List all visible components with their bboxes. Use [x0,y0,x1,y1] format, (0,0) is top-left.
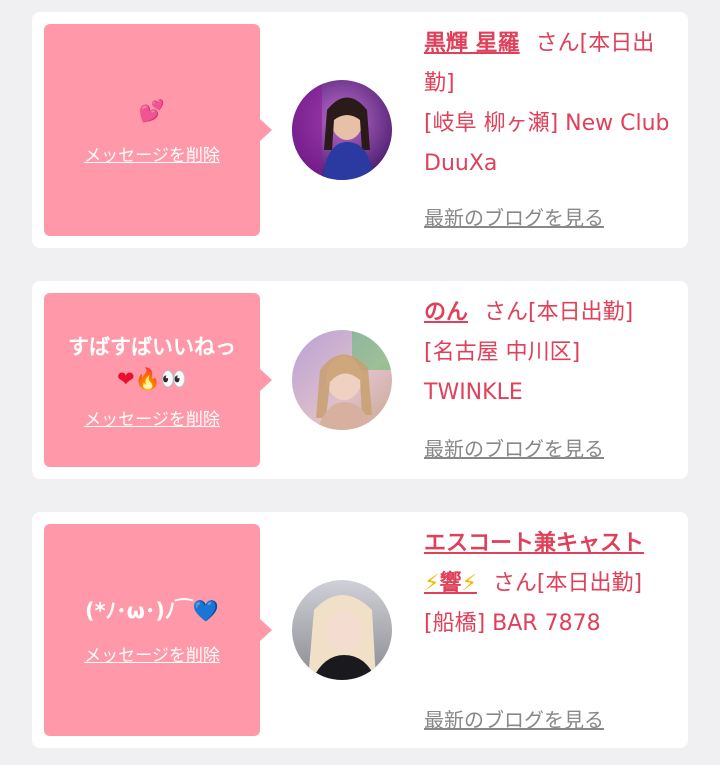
notification-card: (*ﾉ･ω･)ﾉ⁀💙 メッセージを削除 エスコート兼キャスト ⚡響⚡ さん[本日出勤… [32,512,688,748]
notification-card: すばすばいいねっ ❤🔥👀 メッセージを削除 のん さん[本日出勤] [名古屋 中川… [32,281,688,479]
delete-message-link[interactable]: メッセージを削除 [84,641,220,666]
fire-emoji: 🔥 [134,366,161,391]
eyes-emoji: 👀 [160,366,187,391]
cast-status: さん[本日出勤] [484,300,634,325]
message-emoji: 💕 [138,98,166,123]
avatar[interactable] [292,580,392,680]
cast-name-core: 響 [439,571,462,596]
message-text: 💕 [129,95,175,127]
message-line-text: (*ﾉ･ω･)ﾉ⁀ [85,598,193,623]
cast-info: のん さん[本日出勤] [名古屋 中川区] TWINKLE [424,293,680,413]
cast-name-link[interactable]: のん [424,300,468,325]
lightning-icon: ⚡ [424,571,440,596]
cast-location: [名古屋 中川区] TWINKLE [424,340,581,405]
heart-emoji: ❤ [117,366,135,391]
delete-message-link[interactable]: メッセージを削除 [84,405,220,430]
message-bubble: 💕 メッセージを削除 [44,24,272,236]
lightning-icon: ⚡ [461,571,477,596]
cast-status: さん[本日出勤] [492,571,643,596]
message-text: (*ﾉ･ω･)ﾉ⁀💙 [75,595,229,627]
cast-info: 黒輝 星羅 さん[本日出勤] [岐阜 柳ヶ瀬] New Club DuuXa [424,24,680,184]
message-line-text: すばすばいいねっ [68,334,236,359]
cast-info: エスコート兼キャスト ⚡響⚡ さん[本日出勤] [船橋] BAR 7878 [424,524,680,644]
notification-card: 💕 メッセージを削除 黒輝 星羅 さん[本日出勤] [岐阜 柳ヶ瀬] New Cl… [32,12,688,248]
message-text: すばすばいいねっ ❤🔥👀 [58,331,246,395]
delete-message-link[interactable]: メッセージを削除 [84,141,220,166]
message-bubble: すばすばいいねっ ❤🔥👀 メッセージを削除 [44,293,272,467]
cast-location: [船橋] BAR 7878 [424,611,601,636]
avatar[interactable] [292,80,392,180]
avatar[interactable] [292,330,392,430]
latest-blog-link[interactable]: 最新のブログを見る [424,433,604,462]
cast-name-link[interactable]: 黒輝 星羅 [424,31,520,56]
latest-blog-link[interactable]: 最新のブログを見る [424,202,604,231]
cast-name-prefix: エスコート兼キャスト [424,531,645,556]
blue-heart-emoji: 💙 [192,598,219,623]
latest-blog-link[interactable]: 最新のブログを見る [424,704,604,733]
message-bubble: (*ﾉ･ω･)ﾉ⁀💙 メッセージを削除 [44,524,272,736]
cast-location: [岐阜 柳ヶ瀬] New Club DuuXa [424,111,670,176]
